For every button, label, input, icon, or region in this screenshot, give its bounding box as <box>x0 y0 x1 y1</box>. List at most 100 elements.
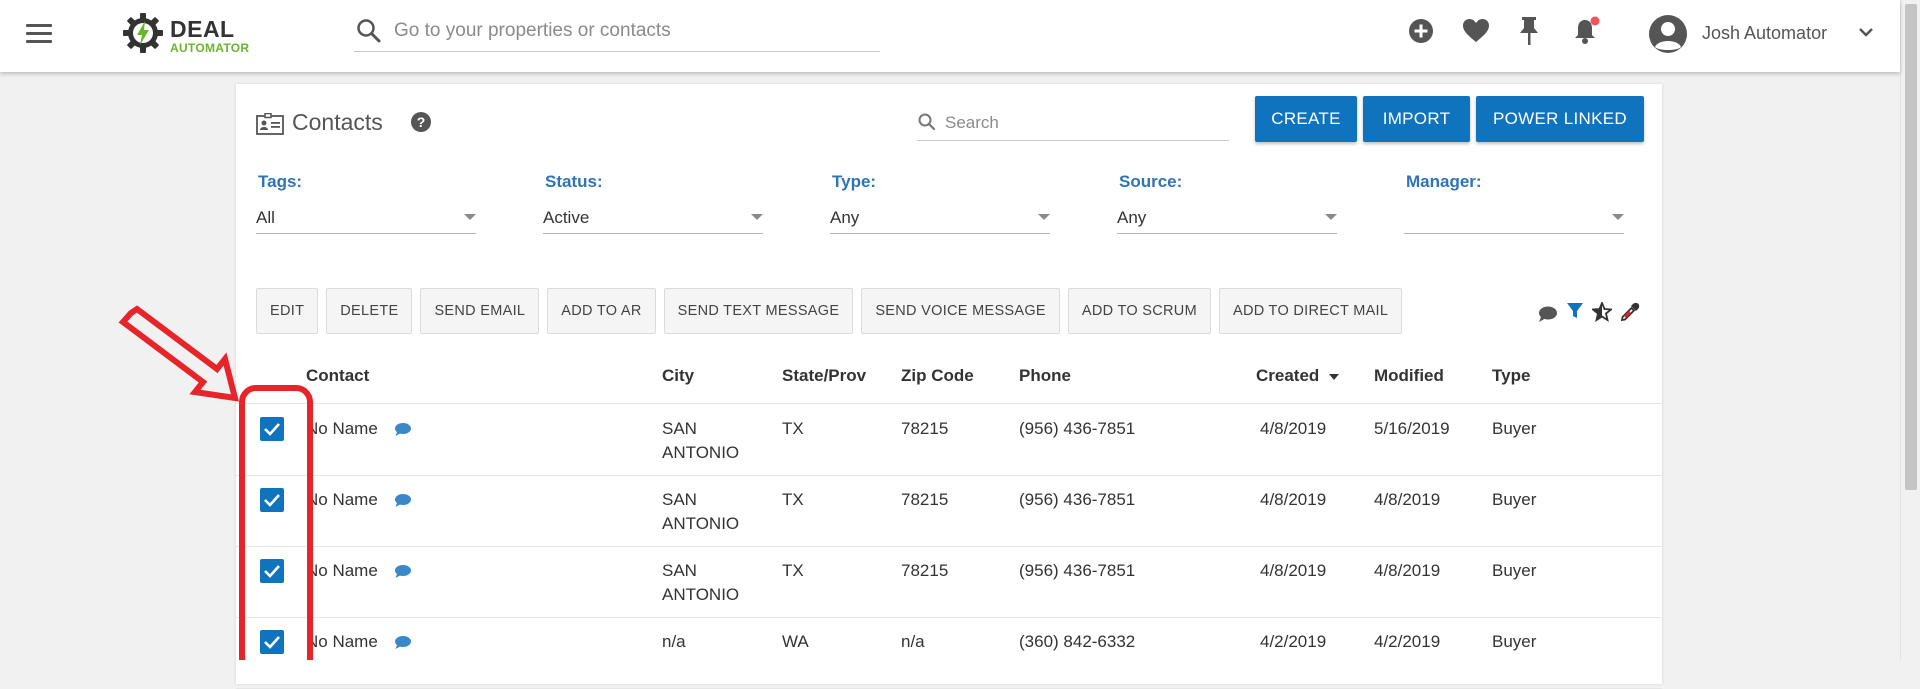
user-avatar-icon <box>1649 15 1687 53</box>
bell-icon[interactable] <box>1572 14 1602 46</box>
table-header: Contact City State/Prov Zip Code Phone C… <box>236 366 1662 404</box>
global-search-input[interactable] <box>392 16 872 46</box>
contact-zip: n/a <box>901 632 925 651</box>
add-to-ar-button[interactable]: ADD TO AR <box>547 288 656 334</box>
caret-down-icon <box>751 214 763 220</box>
send-text-message-button[interactable]: SEND TEXT MESSAGE <box>663 288 854 334</box>
contact-type: Buyer <box>1492 419 1537 438</box>
column-type[interactable]: Type <box>1492 366 1530 386</box>
contact-type: Buyer <box>1492 632 1537 651</box>
column-contact[interactable]: Contact <box>306 366 369 386</box>
filter-value: All <box>256 208 275 227</box>
star-icon[interactable] <box>1592 302 1612 322</box>
column-phone[interactable]: Phone <box>1019 366 1071 386</box>
contacts-search <box>917 104 1229 141</box>
filter-icon[interactable] <box>1566 302 1584 320</box>
contact-modified: 4/8/2019 <box>1374 490 1441 509</box>
user-name: Josh Automator <box>1702 23 1828 43</box>
contact-name[interactable]: No Name <box>306 630 378 654</box>
filter-label: Source: <box>1119 172 1183 191</box>
contact-state: TX <box>782 561 804 580</box>
contact-name[interactable]: No Name <box>306 559 378 583</box>
row-checkbox[interactable] <box>260 488 284 512</box>
scrollbar-thumb[interactable] <box>1905 4 1917 490</box>
plus-circle-icon[interactable] <box>1408 18 1434 44</box>
send-email-button[interactable]: SEND EMAIL <box>420 288 540 334</box>
logo[interactable]: DEAL AUTOMATOR <box>122 12 272 56</box>
column-city[interactable]: City <box>662 366 694 386</box>
contact-city: SAN ANTONIO <box>662 561 740 604</box>
comment-icon[interactable] <box>394 422 412 437</box>
contact-phone: (956) 436-7851 <box>1019 490 1136 509</box>
filter-status: Status: Active <box>543 172 763 242</box>
edit-button[interactable]: EDIT <box>256 288 319 334</box>
table-row[interactable]: No Name SAN ANTONIO TX 78215 (956) 436-7… <box>236 476 1662 547</box>
table-row[interactable]: No Name SAN ANTONIO TX 78215 (956) 436-7… <box>236 547 1662 618</box>
add-to-scrum-button[interactable]: ADD TO SCRUM <box>1067 288 1211 334</box>
import-button[interactable]: IMPORT <box>1363 96 1470 142</box>
contacts-card: Contacts ? CREATE IMPORT POWER LINKED Ta… <box>236 84 1662 689</box>
filter-value: Any <box>1117 208 1147 227</box>
manager-select[interactable] <box>1404 200 1624 234</box>
global-search <box>354 12 880 52</box>
status-select[interactable]: Active <box>543 200 763 234</box>
power-linked-button[interactable]: POWER LINKED <box>1476 96 1644 142</box>
delete-button[interactable]: DELETE <box>326 288 413 334</box>
contact-card-icon <box>256 113 284 135</box>
contact-name[interactable]: No Name <box>306 417 378 441</box>
filter-label: Manager: <box>1406 172 1482 191</box>
column-modified[interactable]: Modified <box>1374 366 1444 386</box>
contact-name[interactable]: No Name <box>306 488 378 512</box>
contacts-search-input[interactable] <box>943 110 1223 136</box>
pin-icon[interactable] <box>1518 16 1540 46</box>
logo-text-bottom: AUTOMATOR <box>170 41 250 55</box>
contact-city: n/a <box>662 632 686 651</box>
filter-value: Any <box>830 208 860 227</box>
logo-text-top: DEAL <box>170 16 235 42</box>
contact-created: 4/8/2019 <box>1260 561 1327 580</box>
comment-icon[interactable] <box>394 564 412 579</box>
tags-select[interactable]: All <box>256 200 476 234</box>
table-row[interactable]: No Name n/a WA n/a (360) 842-6332 4/2/20… <box>236 618 1662 689</box>
top-bar: DEAL AUTOMATOR Josh Automator <box>0 0 1900 72</box>
create-button[interactable]: CREATE <box>1255 96 1357 142</box>
column-created[interactable]: Created <box>1256 366 1319 386</box>
eyedropper-icon[interactable] <box>1620 302 1640 322</box>
help-icon[interactable]: ? <box>410 111 432 133</box>
caret-down-icon <box>1325 214 1337 220</box>
filter-label: Status: <box>545 172 603 191</box>
page-scrollbar[interactable] <box>1900 0 1920 660</box>
contact-state: TX <box>782 490 804 509</box>
search-icon <box>918 113 936 131</box>
caret-down-icon <box>1612 214 1624 220</box>
comment-icon[interactable] <box>394 635 412 650</box>
caret-down-icon <box>1038 214 1050 220</box>
table-row[interactable]: No Name SAN ANTONIO TX 78215 (956) 436-7… <box>236 405 1662 476</box>
filter-label: Tags: <box>258 172 303 191</box>
hamburger-icon[interactable] <box>26 24 52 44</box>
filter-manager: Manager: <box>1404 172 1624 242</box>
source-select[interactable]: Any <box>1117 200 1337 234</box>
comment-icon[interactable] <box>1538 305 1558 323</box>
comment-icon[interactable] <box>394 493 412 508</box>
contact-zip: 78215 <box>901 490 949 509</box>
contact-created: 4/2/2019 <box>1260 632 1327 651</box>
contact-modified: 4/2/2019 <box>1374 632 1441 651</box>
contact-zip: 78215 <box>901 561 949 580</box>
filter-tags: Tags: All <box>256 172 476 242</box>
add-to-direct-mail-button[interactable]: ADD TO DIRECT MAIL <box>1218 288 1403 334</box>
column-state[interactable]: State/Prov <box>782 366 866 386</box>
type-select[interactable]: Any <box>830 200 1050 234</box>
search-icon <box>357 19 381 43</box>
row-checkbox[interactable] <box>260 559 284 583</box>
user-menu[interactable]: Josh Automator <box>1648 12 1888 56</box>
contact-type: Buyer <box>1492 561 1537 580</box>
row-checkbox[interactable] <box>260 630 284 654</box>
heart-icon[interactable] <box>1462 18 1490 44</box>
sort-desc-icon[interactable] <box>1328 373 1340 381</box>
row-checkbox[interactable] <box>260 417 284 441</box>
contact-state: TX <box>782 419 804 438</box>
send-voice-message-button[interactable]: SEND VOICE MESSAGE <box>861 288 1060 334</box>
column-zip[interactable]: Zip Code <box>901 366 974 386</box>
chevron-down-icon[interactable] <box>1858 26 1874 38</box>
